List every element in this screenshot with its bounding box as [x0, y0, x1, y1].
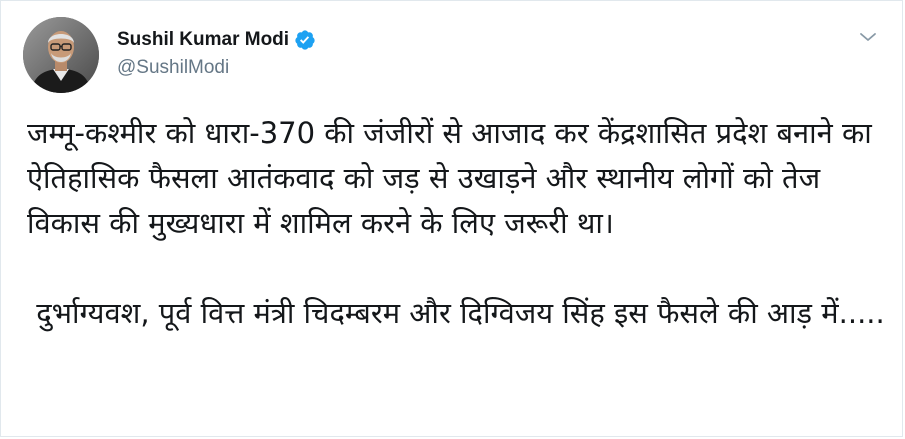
user-block: Sushil Kumar Modi @SushilModi	[117, 27, 316, 79]
tweet-paragraph-2: दुर्भाग्यवश, पूर्व वित्त मंत्री चिदम्बरम…	[27, 296, 885, 330]
tweet-card: Sushil Kumar Modi @SushilModi जम्मू-कश्म…	[0, 0, 903, 437]
avatar[interactable]	[23, 17, 99, 93]
chevron-down-icon[interactable]	[856, 25, 880, 49]
tweet-header: Sushil Kumar Modi @SushilModi	[23, 17, 884, 97]
tweet-text: जम्मू-कश्मीर को धारा-370 की जंजीरों से आ…	[27, 111, 887, 336]
display-name[interactable]: Sushil Kumar Modi	[117, 29, 289, 51]
user-handle[interactable]: @SushilModi	[117, 57, 316, 79]
verified-badge-icon	[294, 29, 316, 51]
avatar-image	[23, 17, 99, 93]
name-row: Sushil Kumar Modi	[117, 27, 316, 53]
tweet-paragraph-1: जम्मू-कश्मीर को धारा-370 की जंजीरों से आ…	[27, 116, 881, 240]
